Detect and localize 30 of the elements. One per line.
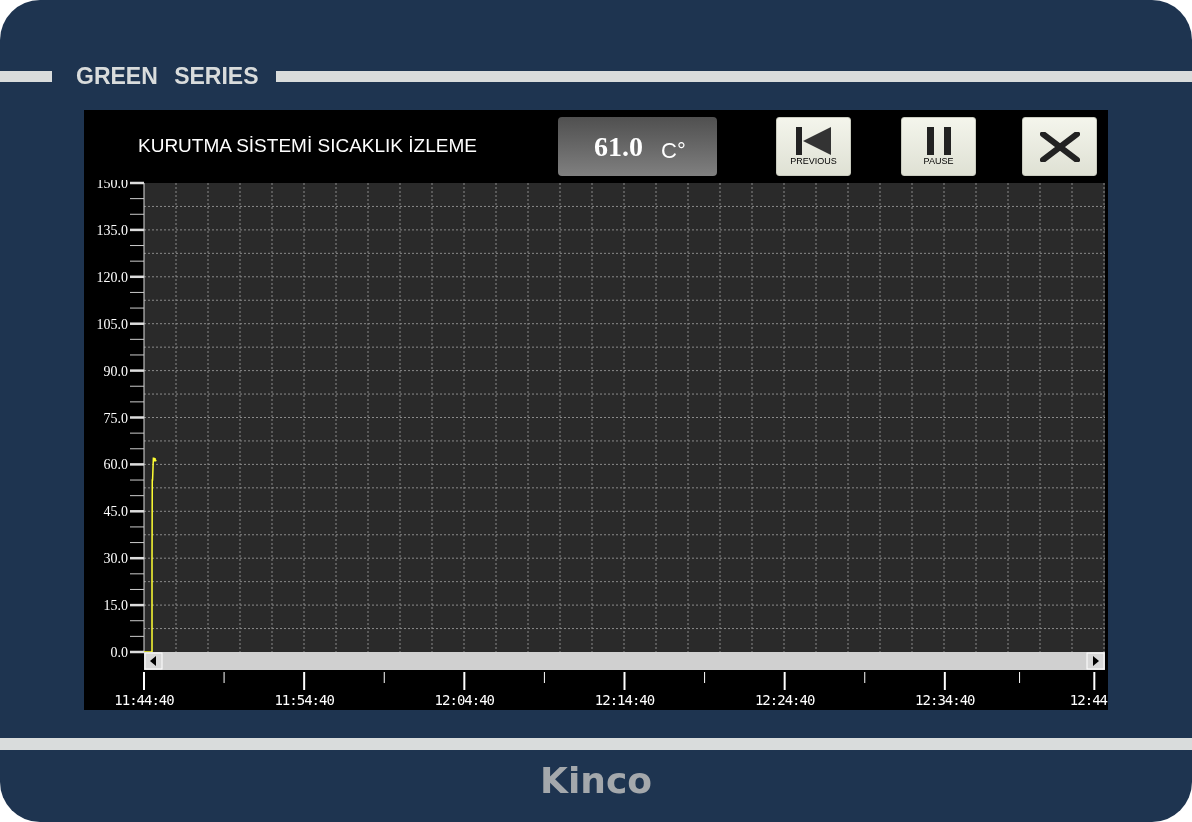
y-tick-label: 135.0: [96, 222, 128, 238]
temperature-value: 61.0: [594, 129, 643, 164]
bezel-stripe: [0, 70, 52, 82]
series-label: GREEN SERIES: [76, 64, 259, 88]
skip-back-icon: [795, 127, 832, 155]
y-tick-label: 60.0: [103, 457, 128, 473]
x-tick-label: 12:34:40: [915, 692, 975, 708]
screen-title: KURUTMA SİSTEMİ SICAKLIK İZLEME: [138, 134, 477, 159]
y-tick-label: 75.0: [103, 410, 128, 426]
temperature-unit: C°: [661, 137, 686, 165]
y-tick-label: 30.0: [103, 551, 128, 567]
x-tick-label: 12:24:40: [754, 692, 815, 708]
scrollbar[interactable]: [144, 652, 1105, 670]
y-tick-label: 15.0: [103, 598, 128, 614]
x-tick-label: 12:04:40: [434, 692, 495, 708]
y-tick-label: 0.0: [110, 645, 128, 660]
x-tick-label: 11:54:40: [274, 692, 334, 708]
x-tick-label: 12:14:40: [594, 692, 655, 708]
y-tick-label: 45.0: [103, 504, 128, 520]
pause-button[interactable]: PAUSE: [901, 117, 976, 176]
x-tick-label: 11:44:40: [114, 692, 174, 708]
x-tick-label: 12:44: [1069, 692, 1107, 708]
brand-logo: Kinco: [540, 763, 652, 799]
close-icon: [1039, 131, 1080, 162]
y-tick-label: 120.0: [96, 269, 128, 285]
pause-icon: [925, 127, 952, 155]
y-tick-label: 90.0: [103, 363, 128, 379]
previous-button[interactable]: PREVIOUS: [776, 117, 851, 176]
y-tick-label: 105.0: [96, 316, 128, 332]
close-button[interactable]: [1022, 117, 1097, 176]
